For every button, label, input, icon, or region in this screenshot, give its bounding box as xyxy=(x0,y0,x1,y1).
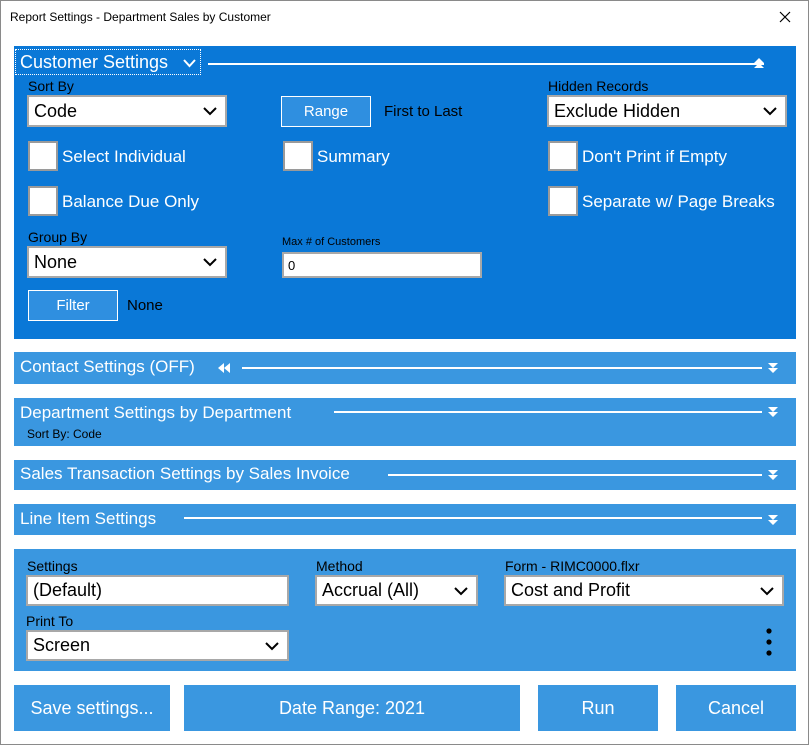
line-item-divider xyxy=(184,517,762,519)
group-by-label: Group By xyxy=(28,229,88,245)
department-divider xyxy=(334,411,762,413)
range-value: First to Last xyxy=(384,103,463,120)
customer-settings-header[interactable]: Customer Settings xyxy=(15,49,201,75)
separate-page-breaks-checkbox[interactable] xyxy=(548,186,578,216)
range-button-label: Range xyxy=(303,103,349,120)
print-to-value: Screen xyxy=(33,635,91,655)
department-settings-title: Department Settings by Department xyxy=(20,403,292,422)
collapse-up-icon[interactable] xyxy=(752,56,766,70)
date-range-button[interactable]: Date Range: 2021 xyxy=(184,685,520,731)
summary-checkbox[interactable] xyxy=(283,141,313,171)
contact-divider xyxy=(242,367,762,369)
date-range-label: Date Range: 2021 xyxy=(278,697,426,718)
header-divider xyxy=(208,63,764,65)
run-label: Run xyxy=(581,697,615,718)
contact-settings-section[interactable]: Contact Settings (OFF) xyxy=(14,352,796,384)
dont-print-if-empty-checkbox[interactable] xyxy=(548,141,578,171)
output-options-panel: Settings (Default) Method Accrual (All) … xyxy=(14,549,796,671)
hidden-records-value: Exclude Hidden xyxy=(554,100,681,121)
chevron-down-icon xyxy=(760,586,774,595)
customer-settings-panel: Customer Settings Sort By Code Range Fir… xyxy=(14,46,796,339)
save-settings-button[interactable]: Save settings... xyxy=(14,685,170,731)
range-button[interactable]: Range xyxy=(281,96,371,127)
window-title: Report Settings - Department Sales by Cu… xyxy=(10,10,271,24)
balance-due-only-label: Balance Due Only xyxy=(62,192,200,211)
line-item-settings-section[interactable]: Line Item Settings xyxy=(14,504,796,535)
department-sort-summary: Sort By: Code xyxy=(27,427,102,441)
chevron-down-icon xyxy=(454,586,468,595)
chevron-down-icon xyxy=(203,107,217,116)
balance-due-only-checkbox[interactable] xyxy=(28,186,58,216)
method-select[interactable]: Accrual (All) xyxy=(315,575,478,606)
settings-input[interactable]: (Default) xyxy=(26,575,289,606)
department-settings-section[interactable]: Department Settings by Department Sort B… xyxy=(14,398,796,446)
filter-button-label: Filter xyxy=(56,297,90,314)
separate-page-breaks-label: Separate w/ Page Breaks xyxy=(582,192,775,211)
expand-down-icon[interactable] xyxy=(766,405,780,419)
chevron-down-icon xyxy=(265,641,279,650)
sort-by-label: Sort By xyxy=(28,78,74,94)
report-settings-window: Report Settings - Department Sales by Cu… xyxy=(0,0,809,745)
expand-down-icon[interactable] xyxy=(766,361,780,375)
close-icon xyxy=(779,11,791,23)
form-label: Form - RIMC0000.flxr xyxy=(505,558,640,574)
rewind-icon xyxy=(218,363,230,373)
close-button[interactable] xyxy=(762,1,808,33)
settings-value: (Default) xyxy=(33,580,103,600)
select-individual-label: Select Individual xyxy=(62,147,186,166)
max-customers-value: 0 xyxy=(288,257,296,273)
group-by-value: None xyxy=(34,251,78,272)
sales-transaction-title: Sales Transaction Settings by Sales Invo… xyxy=(20,464,350,483)
dont-print-if-empty-label: Don't Print if Empty xyxy=(582,147,727,166)
customer-settings-title: Customer Settings xyxy=(20,52,169,72)
sales-transaction-settings-section[interactable]: Sales Transaction Settings by Sales Invo… xyxy=(14,460,796,490)
max-customers-input[interactable]: 0 xyxy=(282,252,482,278)
cancel-button[interactable]: Cancel xyxy=(676,685,796,731)
settings-label: Settings xyxy=(27,558,78,574)
title-bar: Report Settings - Department Sales by Cu… xyxy=(1,1,808,34)
max-customers-label: Max # of Customers xyxy=(282,236,381,248)
method-label: Method xyxy=(316,558,363,574)
form-select[interactable]: Cost and Profit xyxy=(504,575,784,606)
chevron-down-icon xyxy=(183,59,196,68)
summary-label: Summary xyxy=(317,147,390,166)
run-button[interactable]: Run xyxy=(538,685,658,731)
filter-button[interactable]: Filter xyxy=(28,290,118,321)
hidden-records-label: Hidden Records xyxy=(548,78,649,94)
cancel-label: Cancel xyxy=(707,697,765,718)
form-value: Cost and Profit xyxy=(511,580,631,600)
save-settings-label: Save settings... xyxy=(30,697,154,718)
hidden-records-select[interactable]: Exclude Hidden xyxy=(547,95,787,127)
method-value: Accrual (All) xyxy=(322,580,420,600)
group-by-select[interactable]: None xyxy=(27,246,227,278)
sort-by-select[interactable]: Code xyxy=(27,95,227,127)
print-to-select[interactable]: Screen xyxy=(26,630,289,661)
expand-down-icon[interactable] xyxy=(766,513,780,527)
line-item-title: Line Item Settings xyxy=(20,509,157,528)
chevron-down-icon xyxy=(763,107,777,116)
select-individual-checkbox[interactable] xyxy=(28,141,58,171)
contact-settings-title: Contact Settings (OFF) xyxy=(20,357,195,376)
filter-value: None xyxy=(127,297,163,314)
chevron-down-icon xyxy=(203,258,217,267)
sort-by-value: Code xyxy=(34,100,78,121)
more-options-icon[interactable] xyxy=(764,627,774,657)
expand-down-icon[interactable] xyxy=(766,468,780,482)
sales-transaction-divider xyxy=(388,474,762,476)
print-to-label: Print To xyxy=(26,613,74,629)
